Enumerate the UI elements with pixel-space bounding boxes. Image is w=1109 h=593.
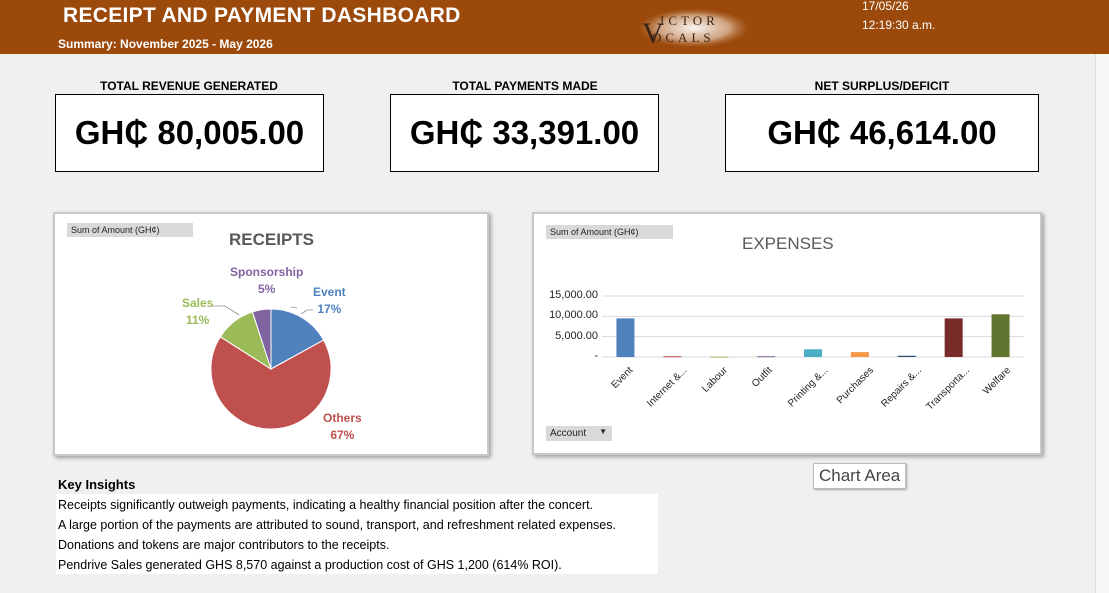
- y-tick-label: 5,000.00: [555, 329, 598, 342]
- bar-4[interactable]: [804, 349, 822, 357]
- chart-area-tooltip: Chart Area: [813, 463, 907, 489]
- pie-label-sales-value: 11%: [186, 313, 210, 327]
- y-tick-label: -: [594, 350, 598, 362]
- pie-label-others: Others 67%: [323, 410, 362, 444]
- bar-3[interactable]: [757, 356, 776, 358]
- pie-leader-line: [300, 309, 313, 315]
- receipts-pie: [210, 305, 332, 430]
- insight-line-3: Donations and tokens are major contribut…: [58, 538, 390, 552]
- victor-vocals-logo: ICTOR OCALS V: [640, 9, 748, 47]
- pie-leader-line: [212, 305, 240, 316]
- pie-label-sponsorship: Sponsorship 5%: [230, 264, 303, 298]
- kpi-value-net: GH₵ 46,614.00: [725, 94, 1039, 172]
- bar-0[interactable]: [616, 318, 635, 357]
- account-filter-label: Account: [550, 428, 587, 439]
- report-time: 12:19:30 a.m.: [862, 18, 936, 32]
- bar-5[interactable]: [850, 352, 869, 357]
- bar-8[interactable]: [991, 314, 1010, 357]
- kpi-label-net: NET SURPLUS/DEFICIT: [814, 79, 950, 93]
- pie-leader-line: [290, 306, 298, 309]
- kpi-value-payments: GH₵ 33,391.00: [390, 94, 659, 172]
- bar-1[interactable]: [663, 356, 682, 358]
- receipts-chart[interactable]: Sum of Amount (GH¢) RECEIPTS Sponsorship…: [53, 212, 489, 456]
- expenses-bars: [602, 295, 1024, 358]
- dashboard-title: RECEIPT AND PAYMENT DASHBOARD: [63, 4, 461, 27]
- report-date: 17/05/26: [862, 0, 909, 13]
- bar-2[interactable]: [710, 356, 729, 358]
- pie-label-sponsorship-value: 5%: [258, 282, 276, 296]
- pie-label-sales-name: Sales: [182, 296, 214, 310]
- account-filter-button[interactable]: Account ▼: [546, 426, 612, 441]
- expenses-chart[interactable]: Sum of Amount (GH¢) EXPENSES 15,000.00 10…: [532, 212, 1042, 455]
- insights-box: Receipts significantly outweigh payments…: [56, 494, 658, 574]
- bar-7[interactable]: [944, 318, 963, 357]
- pie-label-event-value: 17%: [317, 302, 342, 316]
- insights-title: Key Insights: [58, 477, 136, 492]
- pie-label-others-value: 67%: [330, 428, 355, 442]
- insight-line-1: Receipts significantly outweigh payments…: [58, 498, 594, 512]
- pie-label-others-name: Others: [323, 411, 362, 425]
- kpi-label-revenue: TOTAL REVENUE GENERATED: [100, 79, 278, 93]
- dashboard-header: RECEIPT AND PAYMENT DASHBOARD Summary: N…: [0, 0, 1109, 54]
- vertical-scrollbar[interactable]: [1095, 54, 1109, 593]
- kpi-value-revenue: GH₵ 80,005.00: [55, 94, 324, 172]
- kpi-label-payments: TOTAL PAYMENTS MADE: [452, 79, 598, 93]
- pie-label-event-name: Event: [313, 285, 346, 299]
- insight-line-4: Pendrive Sales generated GHS 8,570 again…: [58, 558, 562, 572]
- svg-text:V: V: [642, 17, 664, 47]
- y-tick-label: 10,000.00: [549, 309, 598, 322]
- dropdown-arrow-icon: ▼: [599, 427, 607, 436]
- svg-text:ICTOR: ICTOR: [660, 13, 719, 28]
- insight-line-2: A large portion of the payments are attr…: [58, 518, 616, 532]
- dashboard-subtitle: Summary: November 2025 - May 2026: [58, 37, 273, 51]
- bar-6[interactable]: [897, 355, 916, 357]
- y-tick-label: 15,000.00: [549, 289, 598, 301]
- pie-label-sales: Sales 11%: [182, 295, 213, 329]
- pie-label-event: Event 17%: [313, 284, 346, 318]
- pie-label-sponsorship-name: Sponsorship: [230, 265, 304, 279]
